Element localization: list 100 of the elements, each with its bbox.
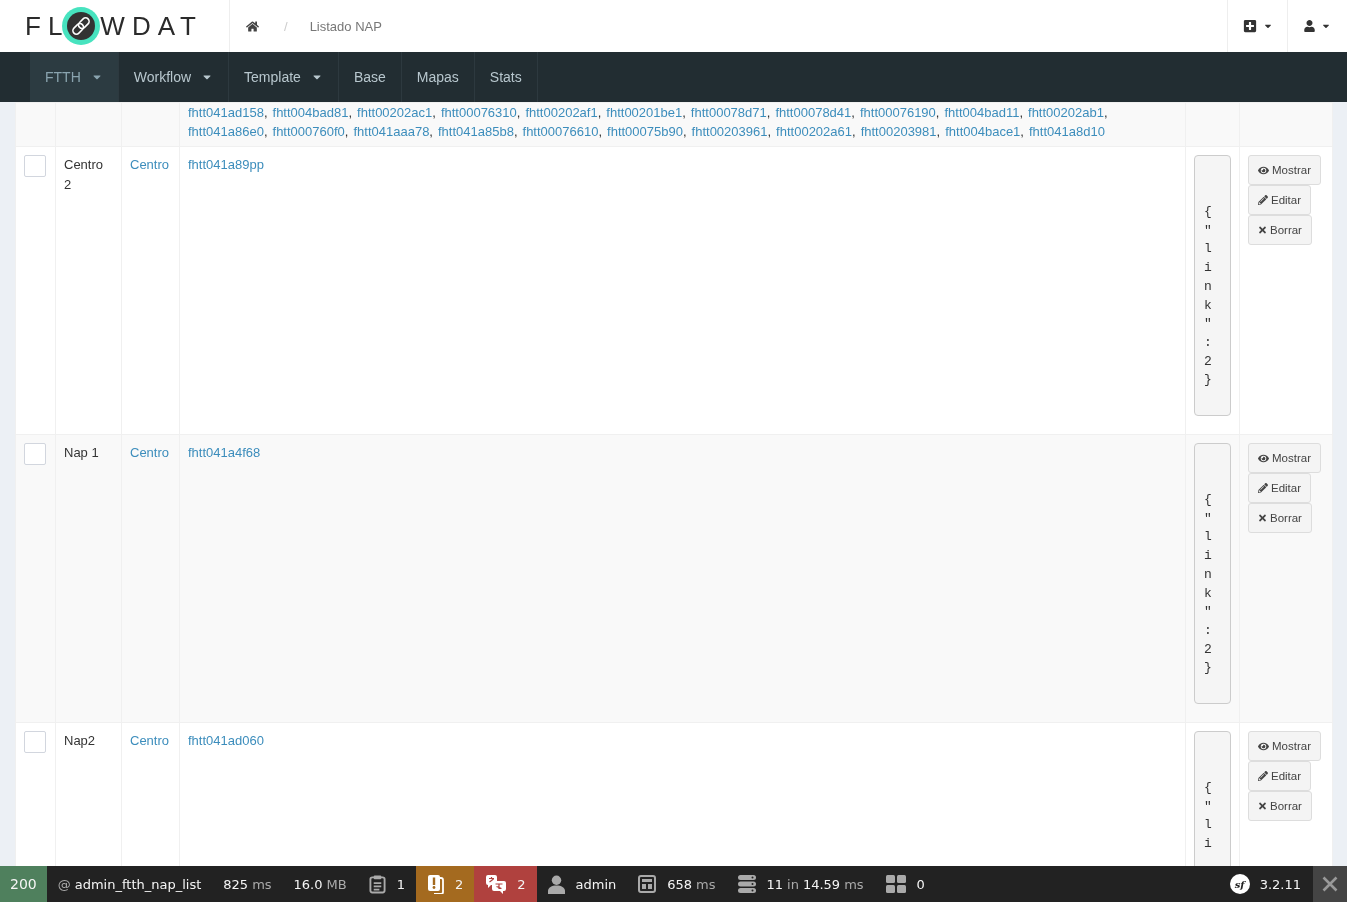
query-stats[interactable]: 11 [766, 876, 784, 892]
pencil-icon [1258, 771, 1268, 782]
user-name[interactable]: admin [575, 876, 617, 892]
cross-icon [1258, 801, 1267, 812]
nav-tab[interactable]: Base [338, 52, 402, 102]
row-checkbox[interactable] [24, 443, 46, 466]
list-separator: , [767, 124, 772, 139]
cross-icon [1258, 225, 1267, 235]
speech-bubbles-icon [485, 874, 507, 894]
nav-tab[interactable]: Stats [474, 52, 538, 102]
nap-link[interactable]: fhtt041a89pp [188, 157, 264, 172]
render-time[interactable]: 658 [667, 876, 693, 892]
list-separator: , [682, 124, 687, 139]
logo-text: FL [25, 11, 70, 41]
json-code: {"link":2} [1194, 155, 1231, 417]
toolbar-item[interactable]: 200 [0, 866, 47, 902]
nap-link[interactable]: fhtt00076310 [440, 105, 517, 120]
pencil-icon [1258, 483, 1268, 494]
home-icon[interactable] [246, 19, 259, 33]
list-separator: , [852, 124, 856, 139]
route-name[interactable]: admin_ftth_nap_list [74, 876, 202, 892]
toolbar-item[interactable]: 2 [415, 866, 475, 902]
nap-link[interactable]: fhtt00076190 [859, 105, 936, 120]
nap-link[interactable]: fhtt000760f0 [272, 124, 345, 139]
request-time[interactable]: 825 [223, 876, 249, 892]
list-separator: , [766, 105, 771, 120]
toolbar-label[interactable]: ms [252, 876, 272, 892]
list-separator: , [348, 105, 353, 120]
close-icon [1322, 876, 1338, 892]
status-code: 200 [10, 876, 37, 892]
nap-link[interactable]: fhtt041a85b8 [438, 124, 514, 139]
nap-name: Nap2 [64, 733, 96, 749]
json-code: {"li [1194, 731, 1231, 866]
nap-name: Nap 1 [64, 445, 99, 461]
list-separator: , [432, 105, 436, 120]
exclamation-document-icon [426, 874, 444, 894]
nap-link[interactable]: fhtt00202ab1 [1028, 105, 1104, 120]
nav-tab[interactable]: FTTH [30, 52, 119, 102]
version-logo: sf [1229, 874, 1250, 894]
list-separator: , [1103, 105, 1108, 120]
list-separator: , [935, 105, 940, 120]
row-checkbox[interactable] [24, 155, 46, 177]
breadcrumb-current: Listado NAP [309, 18, 382, 34]
delete-button[interactable]: Borrar [1248, 791, 1312, 822]
deprecation-count: 2 [454, 876, 464, 892]
eye-icon [1258, 452, 1269, 464]
toolbar-label[interactable]: in [787, 876, 799, 892]
nap-link[interactable]: fhtt00203981 [860, 124, 937, 139]
list-separator: , [598, 124, 603, 139]
version-number[interactable]: 3.2.11 [1259, 876, 1301, 892]
nap-link[interactable]: fhtt041a86e0 [188, 124, 264, 139]
parent-link[interactable]: Centro [130, 733, 170, 749]
list-separator: , [1019, 105, 1024, 120]
parent-link[interactable]: Centro [130, 157, 170, 172]
breadcrumb-separator: / [284, 18, 288, 34]
log-count[interactable]: 1 [396, 876, 405, 892]
delete-button[interactable]: Borrar [1248, 503, 1312, 534]
nav-tab[interactable]: Workflow [118, 52, 230, 102]
list-separator: , [513, 124, 518, 139]
show-button[interactable]: Mostrar [1248, 443, 1321, 474]
toolbar-label[interactable]: @ [57, 876, 71, 892]
nap-link[interactable]: fhtt00078d71 [690, 105, 767, 120]
edit-button[interactable]: Editar [1248, 761, 1312, 792]
memory-usage[interactable]: 16.0 [293, 876, 323, 892]
eye-icon [1258, 740, 1269, 752]
list-separator: , [344, 124, 349, 139]
nap-link[interactable]: fhtt041ad158 [188, 105, 264, 120]
list-separator: , [936, 124, 941, 139]
list-separator: , [851, 105, 855, 120]
close-button[interactable] [1313, 866, 1347, 902]
list-separator: , [597, 105, 602, 120]
nap-link[interactable]: fhtt00075b90 [607, 124, 683, 139]
database-icon [737, 875, 756, 893]
list-separator: , [1020, 124, 1024, 139]
nap-link[interactable]: fhtt041ad060 [188, 733, 264, 749]
row-checkbox[interactable] [24, 731, 46, 754]
cross-icon [1258, 513, 1267, 524]
toolbar-label[interactable]: ms [844, 876, 864, 892]
toolbar-item[interactable]: 2 [474, 866, 537, 902]
json-code: {"link":2} [1194, 443, 1231, 705]
parent-link[interactable]: Centro [130, 445, 170, 461]
list-separator: , [263, 124, 268, 139]
edit-button[interactable]: Editar [1248, 473, 1312, 504]
nav-tab[interactable]: Template [229, 52, 339, 102]
list-separator: , [516, 105, 521, 120]
nav-tab[interactable]: Mapas [401, 52, 475, 102]
nap-link[interactable]: fhtt041a8d10 [1029, 124, 1105, 139]
toolbar-label[interactable]: ms [696, 876, 716, 892]
query-stats[interactable]: 14.59 [802, 876, 841, 892]
edit-button[interactable]: Editar [1248, 185, 1312, 215]
delete-button[interactable]: Borrar [1248, 215, 1312, 245]
grid-icon [885, 875, 906, 893]
toolbar-label[interactable]: MB [326, 876, 347, 892]
list-separator: , [263, 105, 268, 120]
show-button[interactable]: Mostrar [1248, 155, 1321, 185]
nap-link[interactable]: fhtt00202af1 [525, 105, 598, 120]
nap-link[interactable]: fhtt00202a61 [776, 124, 852, 139]
layout-count[interactable]: 0 [916, 876, 925, 892]
show-button[interactable]: Mostrar [1248, 731, 1321, 762]
nap-link[interactable]: fhtt041a4f68 [188, 445, 261, 461]
